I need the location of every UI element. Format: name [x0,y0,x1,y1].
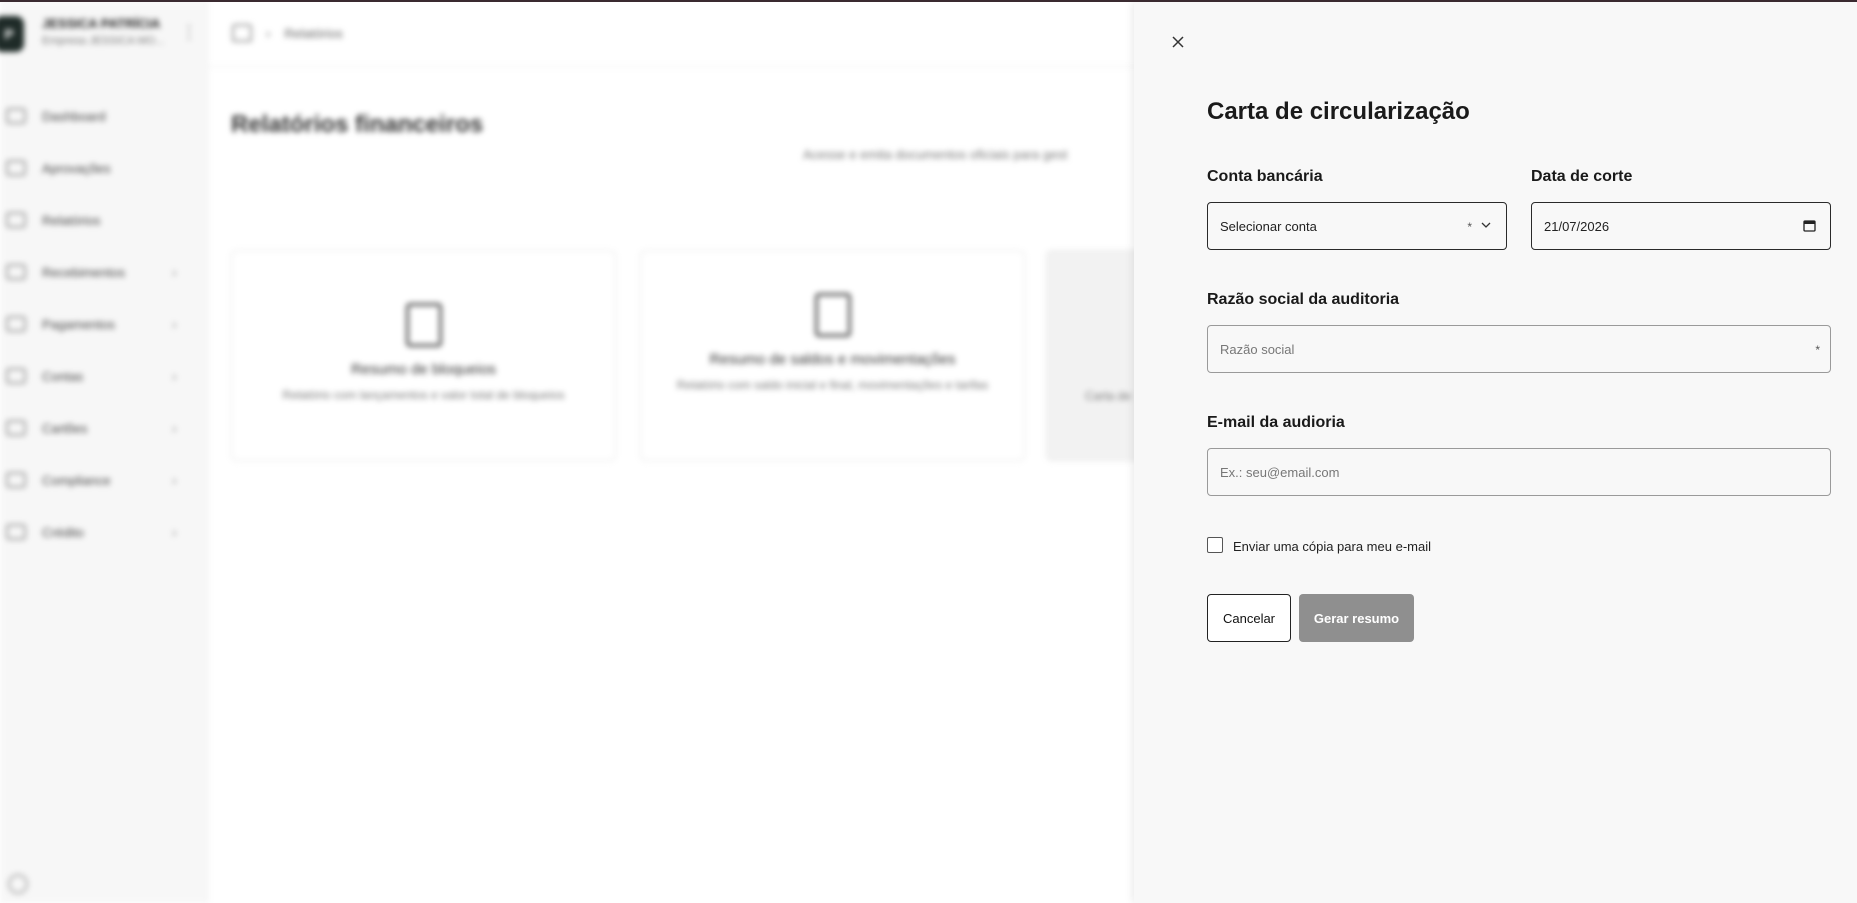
chevron-down-icon [1480,219,1492,234]
send-copy-label[interactable]: Enviar uma cópia para meu e-mail [1233,539,1431,554]
bank-icon [6,368,26,384]
drawer-title: Carta de circularização [1207,98,1470,125]
user-name: JESSICA PATRÍCIA [42,16,161,31]
bank-account-value: Selecionar conta [1220,218,1317,234]
chevron-right-icon: › [172,316,177,332]
page-subtitle: Acesse e emita documentos oficiais para … [803,147,1068,162]
document-icon [6,264,26,280]
breadcrumb-current: Relatórios [284,25,343,41]
sidebar-item-label: Recebimentos [42,264,126,280]
audit-name-placeholder: Razão social [1220,341,1295,357]
audit-email-label: E-mail da audioria [1207,414,1345,431]
card-description: Relatório com saldo inicial e final, mov… [676,378,989,392]
cancel-button[interactable]: Cancelar [1207,594,1291,642]
generate-summary-button[interactable]: Gerar resumo [1299,594,1414,642]
sidebar-item-credito[interactable]: Crédito › [0,506,208,558]
checkbox-icon [6,160,26,176]
breadcrumb: › Relatórios [232,24,343,42]
bank-account-select[interactable]: Selecionar conta * [1207,202,1507,250]
cutoff-date-label: Data de corte [1531,168,1633,185]
sidebar-item-recebimentos[interactable]: Recebimentos › [0,246,208,298]
sidebar-item-label: Compliance [42,472,111,488]
sidebar-item-dashboard[interactable]: Dashboard [0,90,208,142]
required-mark: * [1467,220,1472,234]
audit-name-label: Razão social da auditoria [1207,291,1400,308]
sidebar-item-pagamentos[interactable]: Pagamentos › [0,298,208,350]
user-company: Empresa JESSICA MO... [42,35,165,47]
sidebar-item-label: Dashboard [42,108,106,124]
chevron-right-icon: › [172,420,177,436]
audit-email-placeholder: Ex.: seu@email.com [1220,464,1340,480]
card-icon [6,420,26,436]
sidebar-nav: Dashboard Aprovações Relatórios Recebime… [0,90,208,558]
card-title: Resumo de bloqueios [350,361,497,378]
report-card-bloqueios[interactable]: Resumo de bloqueios Relatório com lançam… [231,250,616,461]
company-logo[interactable]: P [0,16,24,52]
calendar-icon[interactable] [1803,219,1816,235]
sidebar-item-cartoes[interactable]: Cartões › [0,402,208,454]
bank-account-label: Conta bancária [1207,168,1323,185]
sidebar-item-label: Aprovações [42,160,111,176]
document-icon [6,316,26,332]
chevron-right-icon: › [172,264,177,280]
chevron-right-icon: › [172,368,177,384]
document-icon [405,303,442,347]
card-description: Relatório com lançamentos e valor total … [282,388,565,402]
send-copy-checkbox[interactable] [1207,537,1223,553]
sidebar-item-contas[interactable]: Contas › [0,350,208,402]
cutoff-date-input[interactable]: 21/07/2026 [1531,202,1831,250]
document-icon [814,293,851,337]
sidebar: P JESSICA PATRÍCIA Empresa JESSICA MO...… [0,0,208,903]
monitor-icon [6,472,26,488]
credit-icon [6,524,26,540]
close-icon[interactable] [1170,34,1186,50]
chevron-right-icon: › [266,25,271,41]
home-icon[interactable] [232,24,252,42]
sidebar-item-label: Crédito [42,524,84,540]
settings-icon[interactable] [8,874,28,894]
sidebar-item-label: Contas [42,368,84,384]
sidebar-item-label: Relatórios [42,212,101,228]
audit-name-input[interactable]: Razão social * [1207,325,1831,373]
circularization-drawer: Carta de circularização Conta bancária S… [1134,2,1857,903]
sidebar-item-aprovacoes[interactable]: Aprovações [0,142,208,194]
sidebar-item-label: Cartões [42,420,88,436]
audit-email-input[interactable]: Ex.: seu@email.com [1207,448,1831,496]
sidebar-item-relatorios[interactable]: Relatórios [0,194,208,246]
cutoff-date-value: 21/07/2026 [1544,218,1610,234]
chevron-right-icon: › [172,524,177,540]
sidebar-item-compliance[interactable]: Compliance › [0,454,208,506]
home-icon [6,108,26,124]
page-title: Relatórios financeiros [231,111,484,138]
chart-icon [6,212,26,228]
sidebar-item-label: Pagamentos [42,316,115,332]
more-options-icon[interactable]: ⋮ [180,22,198,43]
chevron-right-icon: › [172,472,177,488]
window-top-border [0,0,1857,2]
user-info[interactable]: JESSICA PATRÍCIA Empresa JESSICA MO... [42,16,164,47]
required-mark: * [1815,343,1820,357]
card-title: Resumo de saldos e movimentações [709,351,956,368]
report-card-saldos[interactable]: Resumo de saldos e movimentações Relatór… [640,250,1025,461]
